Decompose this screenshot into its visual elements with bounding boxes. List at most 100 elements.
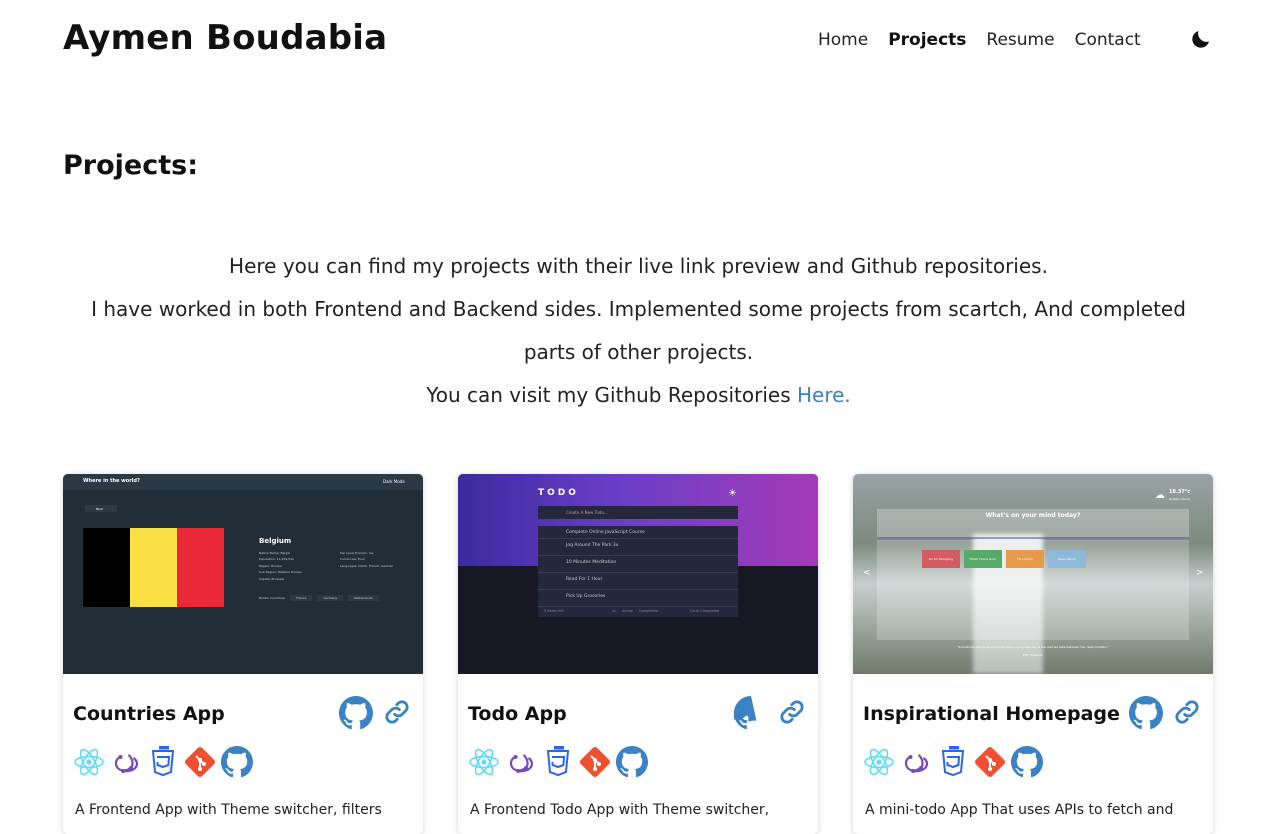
cloud-icon: ☁ xyxy=(1155,490,1165,501)
preview-question: What's on your mind today? xyxy=(985,512,1081,519)
git-icon xyxy=(579,746,611,778)
project-card: Where in the world? Dark Mode Back Belgi… xyxy=(63,474,423,834)
preview-footer: 5 items left All Active Completed Clear … xyxy=(538,607,738,617)
github-icon xyxy=(1011,746,1043,778)
main-nav: Home Projects Resume Contact xyxy=(818,30,1161,50)
react-icon xyxy=(863,746,895,778)
preview-logo: TODO xyxy=(538,488,579,498)
tech-stack xyxy=(468,746,648,778)
preview-weather: 18.37°c xyxy=(1169,489,1191,495)
preview-todo-item: Complete Online JavaScript Course xyxy=(538,526,738,539)
nav-resume[interactable]: Resume xyxy=(986,30,1054,50)
belgium-flag xyxy=(83,528,224,607)
preview-author: Etty Hillesum xyxy=(1023,653,1043,657)
live-preview-link[interactable] xyxy=(383,698,411,726)
preview-task: Fix Laptop xyxy=(1006,550,1044,568)
preview-detail: Capital: Brussels xyxy=(259,576,285,581)
preview-task: Go for Shopping xyxy=(922,550,960,568)
preview-mode-text: Dark Mode xyxy=(383,479,405,484)
github-repos-link[interactable]: Here. xyxy=(797,383,851,407)
preview-tasks: Go for Shopping Finish Home work Fix Lap… xyxy=(922,550,1086,568)
github-repo-link[interactable] xyxy=(1129,696,1163,730)
preview-task: Clean Room xyxy=(1048,550,1086,568)
preview-border-tag: France xyxy=(290,595,313,601)
preview-footer-left: 5 items left xyxy=(544,609,564,613)
tech-stack xyxy=(863,746,1043,778)
redux-icon xyxy=(900,746,932,778)
link-icon xyxy=(780,700,804,724)
preview-borders: Border Countries: France Germany Netherl… xyxy=(259,595,379,601)
preview-country-name: Belgium xyxy=(259,537,292,545)
react-icon xyxy=(73,746,105,778)
moon-icon xyxy=(1192,31,1209,48)
css3-icon xyxy=(147,746,179,778)
sun-icon: ☀ xyxy=(728,488,737,499)
preview-weather-sub: broken clouds xyxy=(1169,497,1190,501)
preview-detail: Languages: Dutch, French, German xyxy=(340,563,394,568)
preview-border-tag: Netherlands xyxy=(348,595,379,601)
tech-stack xyxy=(73,746,253,778)
live-preview-link[interactable] xyxy=(1173,698,1201,726)
project-title: Countries App xyxy=(73,703,225,725)
preview-input-placeholder: Create A New Todo... xyxy=(566,510,608,515)
project-preview-image[interactable]: TODO ☀ Create A New Todo... Complete Onl… xyxy=(458,474,818,674)
theme-toggle-button[interactable] xyxy=(1188,26,1214,52)
project-description: A Frontend App with Theme switcher, filt… xyxy=(75,802,382,818)
nav-contact[interactable]: Contact xyxy=(1075,30,1141,50)
github-repo-link[interactable] xyxy=(339,696,373,730)
preview-header-text: Where in the world? xyxy=(83,478,140,484)
intro-text: Here you can find my projects with their… xyxy=(70,245,1207,417)
live-preview-link[interactable] xyxy=(778,698,806,726)
intro-line-3-text: You can visit my Github Repositories xyxy=(426,383,797,407)
preview-todo-item: 10 Minutes Meditation xyxy=(538,556,738,573)
preview-input: Create A New Todo... xyxy=(538,506,738,519)
project-description: A Frontend Todo App with Theme switcher, xyxy=(470,802,770,818)
preview-back-label: Back xyxy=(96,507,104,511)
preview-back-button: Back xyxy=(85,505,117,512)
preview-detail: Sub Region: Western Europe xyxy=(259,570,302,575)
site-brand[interactable]: Aymen Boudabia xyxy=(63,18,387,58)
project-card: ☁ 18.37°c broken clouds What's on your m… xyxy=(853,474,1213,834)
git-icon xyxy=(184,746,216,778)
github-icon xyxy=(221,746,253,778)
project-preview-image[interactable]: ☁ 18.37°c broken clouds What's on your m… xyxy=(853,474,1213,674)
preview-filter: Completed xyxy=(639,609,659,613)
intro-line-1: Here you can find my projects with their… xyxy=(229,254,1048,278)
github-icon xyxy=(731,696,757,730)
preview-todo-item: Jog Around The Park 3x xyxy=(538,539,738,556)
intro-line-2: I have worked in both Frontend and Backe… xyxy=(91,297,1186,364)
preview-details-left: Native Name: België Population: 11,319,5… xyxy=(259,550,302,582)
project-title: Todo App xyxy=(468,703,567,725)
redux-icon xyxy=(110,746,142,778)
github-repo-link[interactable] xyxy=(731,696,768,730)
site-header: Aymen Boudabia Home Projects Resume Cont… xyxy=(0,0,1277,84)
nav-home[interactable]: Home xyxy=(818,30,868,50)
react-icon xyxy=(468,746,500,778)
project-description: A mini-todo App That uses APIs to fetch … xyxy=(865,802,1174,818)
project-title: Inspirational Homepage xyxy=(863,703,1120,725)
intro-line-3: You can visit my Github Repositories Her… xyxy=(70,374,1207,417)
link-icon xyxy=(385,700,409,724)
preview-footer-right: Clear Completed xyxy=(690,609,720,613)
git-icon xyxy=(974,746,1006,778)
preview-border-label: Border Countries: xyxy=(259,596,286,600)
link-icon xyxy=(1175,700,1199,724)
github-icon xyxy=(616,746,648,778)
preview-quote: "Sometimes the most important thing in a… xyxy=(957,645,1109,649)
preview-next-arrow: > xyxy=(1196,568,1204,578)
project-preview-image[interactable]: Where in the world? Dark Mode Back Belgi… xyxy=(63,474,423,674)
preview-list: Complete Online JavaScript Course Jog Ar… xyxy=(538,526,738,617)
preview-filter: All xyxy=(612,609,617,613)
redux-icon xyxy=(505,746,537,778)
github-icon xyxy=(1129,696,1163,730)
css3-icon xyxy=(937,746,969,778)
github-icon xyxy=(339,696,373,730)
preview-details-right: Top Level Domain: .be Currencies: Euro L… xyxy=(340,550,393,569)
page-title: Projects: xyxy=(63,150,198,181)
preview-task: Finish Home work xyxy=(964,550,1002,568)
preview-todo-item: Read For 1 Hour xyxy=(538,573,738,590)
preview-todo-item: Pick Up Groceries xyxy=(538,590,738,607)
preview-filter: Active xyxy=(622,609,633,613)
preview-prev-arrow: < xyxy=(863,568,871,578)
nav-projects[interactable]: Projects xyxy=(888,30,966,50)
